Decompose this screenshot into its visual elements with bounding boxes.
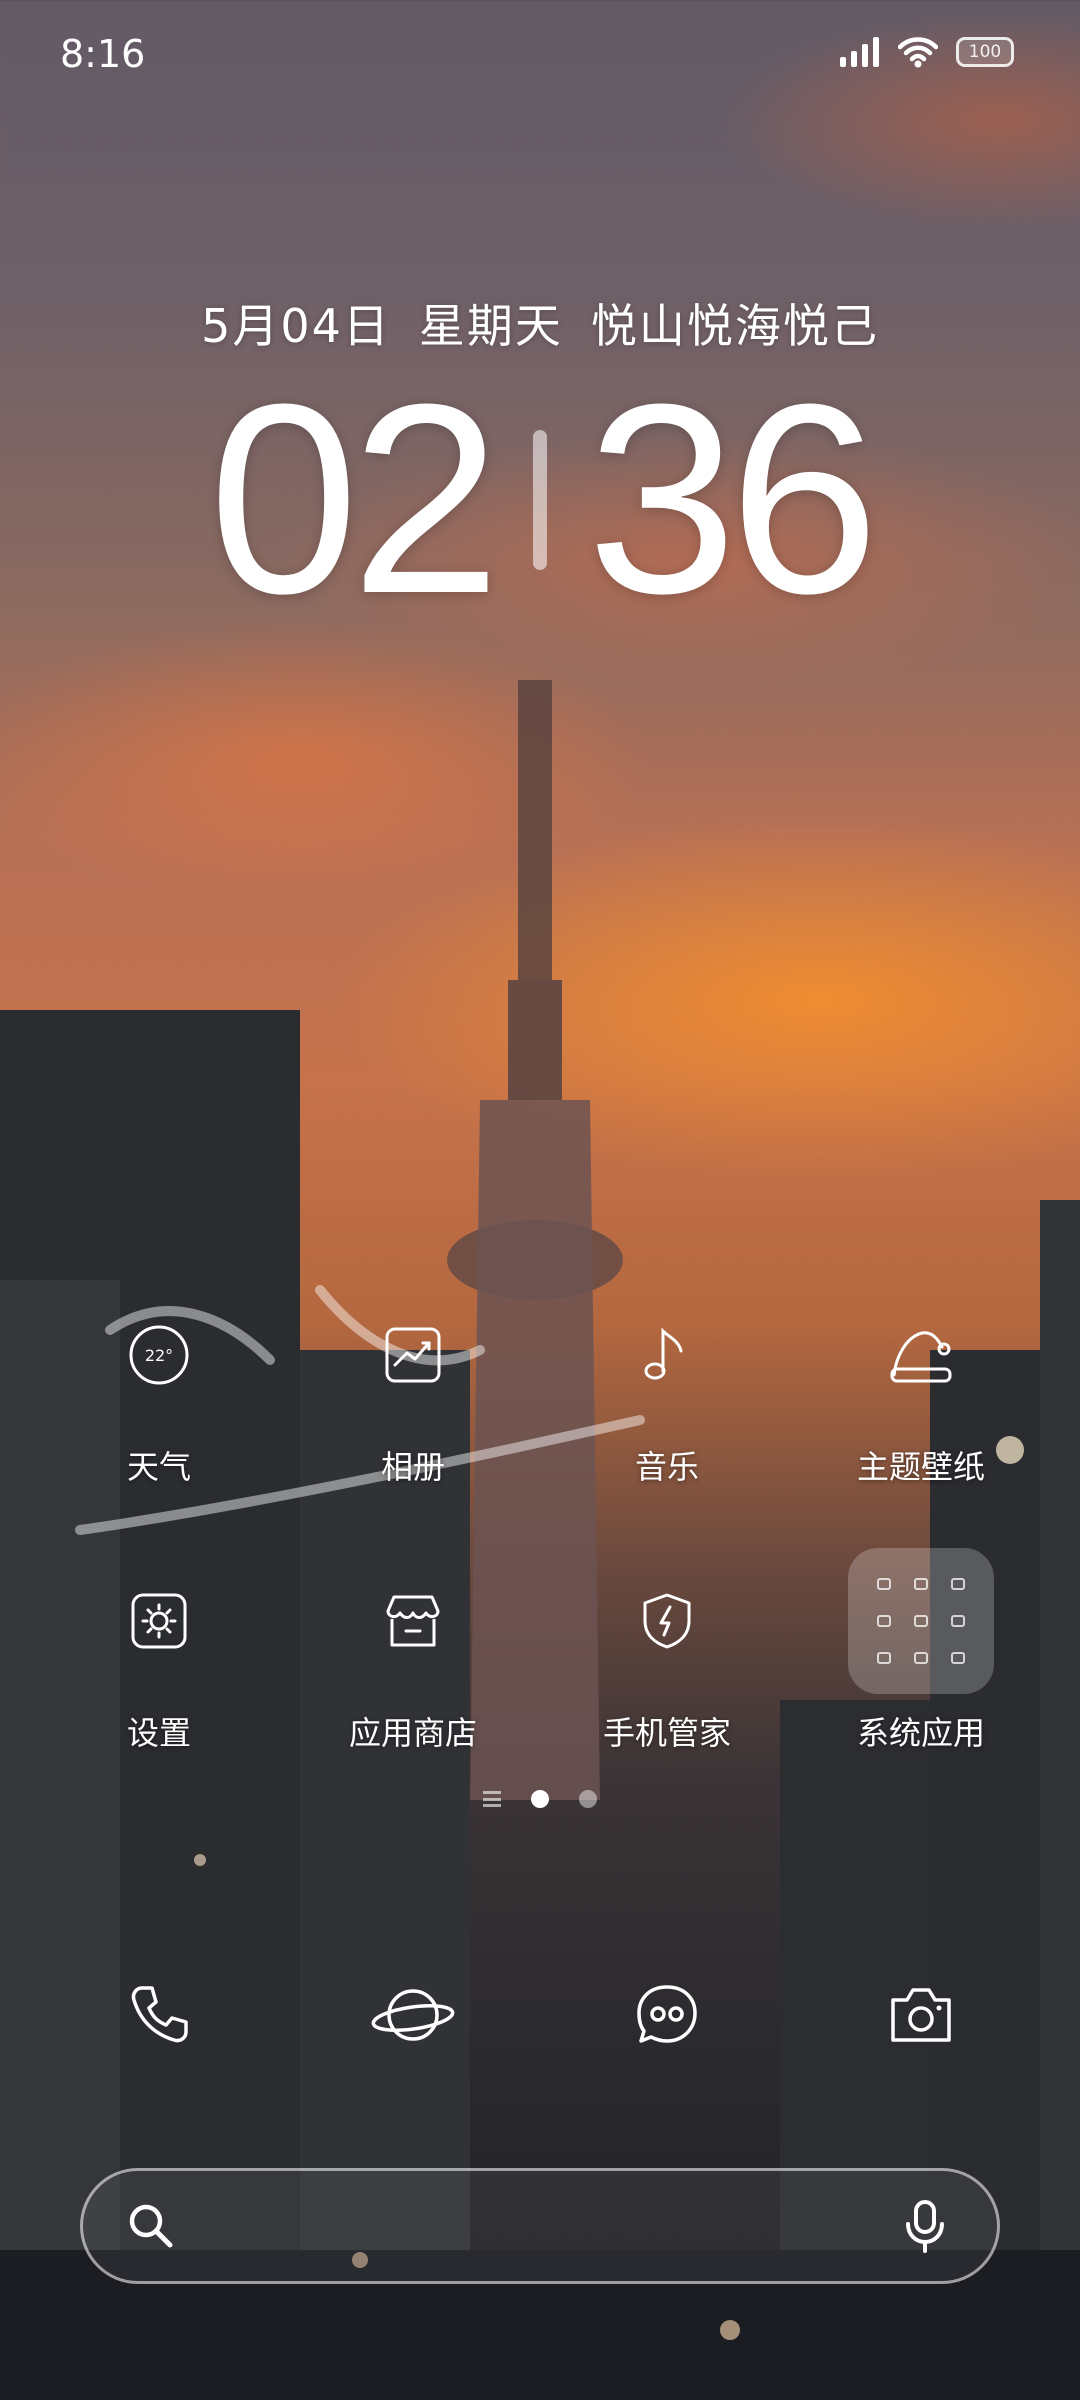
dock-camera[interactable]	[794, 1940, 1048, 2090]
app-grid: 22° 天气 相册 音乐 主题壁纸 设置 应用商店 手机管家 系统应用	[0, 1280, 1080, 1754]
phone-manager-icon	[592, 1546, 742, 1696]
settings-icon	[84, 1546, 234, 1696]
weather-icon: 22°	[84, 1280, 234, 1430]
app-music[interactable]: 音乐	[540, 1280, 794, 1488]
clock-widget[interactable]: 02 36	[0, 365, 1080, 635]
app-label-phone-manager: 手机管家	[602, 1714, 731, 1752]
search-bar[interactable]	[80, 2168, 1000, 2284]
status-bar: 8:16 100	[0, 0, 1080, 110]
gallery-icon	[338, 1280, 488, 1430]
camera-icon	[891, 1988, 951, 2042]
folder-icon	[846, 1546, 996, 1696]
dock	[0, 1940, 1080, 2090]
microphone-icon[interactable]	[903, 2198, 947, 2254]
battery-icon: 100	[956, 37, 1014, 67]
app-label-store: 应用商店	[348, 1714, 477, 1752]
app-gallery[interactable]: 相册	[286, 1280, 540, 1488]
app-folder-system[interactable]: 系统应用	[794, 1546, 1048, 1754]
status-time: 8:16	[60, 32, 146, 76]
dock-browser[interactable]	[286, 1940, 540, 2090]
status-icons: 100	[840, 36, 1014, 68]
app-list-icon[interactable]	[483, 1791, 501, 1807]
phone-icon	[131, 1986, 188, 2043]
clock-hour: 02	[208, 349, 501, 650]
theme-icon	[846, 1280, 996, 1430]
dock-messages[interactable]	[540, 1940, 794, 2090]
app-settings[interactable]: 设置	[32, 1546, 286, 1754]
app-store[interactable]: 应用商店	[286, 1546, 540, 1754]
browser-icon	[371, 1989, 455, 2041]
app-phone-manager[interactable]: 手机管家	[540, 1546, 794, 1754]
dock-phone[interactable]	[32, 1940, 286, 2090]
app-label-settings: 设置	[126, 1714, 191, 1752]
page-dot-1[interactable]	[531, 1790, 549, 1808]
date-widget[interactable]: 5月04日 星期天 悦山悦海悦己	[0, 290, 1080, 356]
app-weather[interactable]: 22° 天气	[32, 1280, 286, 1488]
app-label-theme: 主题壁纸	[856, 1448, 985, 1486]
folder-preview	[848, 1548, 994, 1694]
clock-separator	[533, 430, 547, 570]
weather-temperature: 22°	[145, 1346, 173, 1365]
date-text: 5月04日	[201, 299, 391, 353]
wifi-icon	[898, 37, 938, 68]
app-label-gallery: 相册	[380, 1448, 445, 1486]
app-label-music: 音乐	[634, 1448, 699, 1486]
app-label-folder: 系统应用	[856, 1714, 985, 1752]
page-dot-2[interactable]	[579, 1790, 597, 1808]
app-theme[interactable]: 主题壁纸	[794, 1280, 1048, 1488]
app-store-icon	[338, 1546, 488, 1696]
battery-level: 100	[968, 42, 1002, 62]
music-icon	[592, 1280, 742, 1430]
page-indicator[interactable]	[0, 1790, 1080, 1808]
messages-icon	[637, 1985, 697, 2043]
weekday-text: 星期天	[418, 299, 563, 353]
clock-minute: 36	[587, 349, 879, 650]
signal-icon	[840, 37, 879, 67]
app-label-weather: 天气	[126, 1448, 191, 1486]
motto-text: 悦山悦海悦己	[590, 299, 879, 353]
search-icon[interactable]	[125, 2200, 177, 2252]
